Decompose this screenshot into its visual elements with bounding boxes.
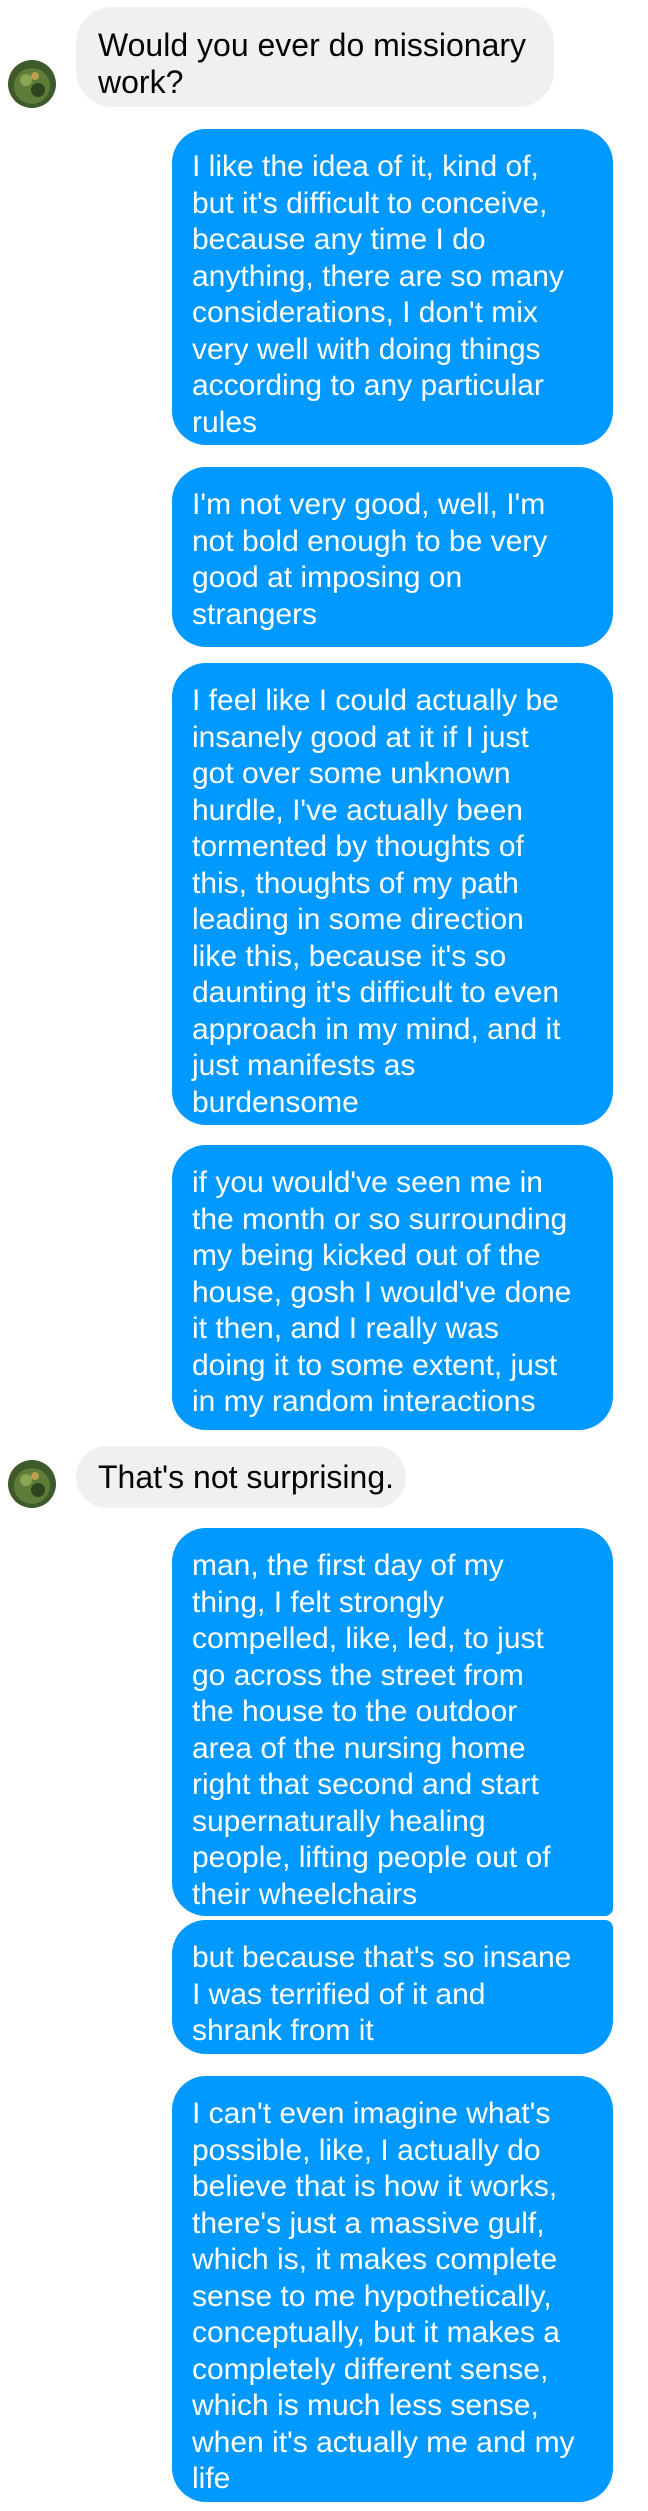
message-text-line: insanely good at it if I just bbox=[192, 720, 529, 754]
message-text-line: which is much less sense, bbox=[192, 2389, 539, 2422]
message-text-line: if you would've seen me in bbox=[192, 1166, 543, 1199]
outgoing-message-bubble[interactable]: I like the idea of it, kind of, but it's… bbox=[172, 129, 613, 445]
message-text-line: when it's actually me and my bbox=[192, 2425, 575, 2459]
message-text-line: completely different sense, bbox=[192, 2352, 549, 2386]
avatar-photo-icon bbox=[8, 1460, 56, 1508]
message-text-line: not bold enough to be very bbox=[192, 524, 548, 558]
message-text-line: rules bbox=[192, 405, 258, 439]
message-text-line: work? bbox=[98, 64, 184, 100]
message-text-line: supernaturally healing bbox=[192, 1804, 486, 1838]
message-text-line: I can't even imagine what's bbox=[192, 2097, 551, 2130]
message-text-line: anything, there are so many bbox=[192, 259, 564, 293]
message-text-line: I'm not very good, well, I'm bbox=[192, 488, 546, 521]
outgoing-message-bubble[interactable]: I feel like I could actually be insanely… bbox=[172, 663, 613, 1125]
message-text-line: daunting it's difficult to even bbox=[192, 976, 560, 1009]
message-text-line: my being kicked out of the bbox=[192, 1239, 541, 1272]
message-text-line: but because that's so insane bbox=[192, 1941, 572, 1974]
outgoing-message-bubble[interactable]: I can't even imagine what's possible, li… bbox=[172, 2076, 613, 2502]
message-text-line: I feel like I could actually be bbox=[192, 684, 559, 717]
incoming-message-bubble[interactable]: Would you ever do missionary work? bbox=[76, 7, 554, 107]
message-text-line: shrank from it bbox=[192, 2014, 374, 2047]
message-text-line: That's not surprising. bbox=[98, 1459, 395, 1495]
outgoing-message-bubble[interactable]: man, the first day of my thing, I felt s… bbox=[172, 1528, 613, 1916]
message-text-line: tormented by thoughts of bbox=[192, 830, 524, 863]
incoming-message-bubble[interactable]: That's not surprising. bbox=[76, 1446, 406, 1508]
message-text-line: the month or so surrounding bbox=[192, 1202, 568, 1236]
message-text-line: got over some unknown bbox=[192, 757, 511, 790]
message-text-line: I was terrified of it and bbox=[192, 1977, 486, 2011]
message-text-line: there's just a massive gulf, bbox=[192, 2206, 545, 2240]
message-text-line: go across the street from bbox=[192, 1658, 524, 1692]
message-text-line: good at imposing on bbox=[192, 561, 463, 594]
message-text-line: I like the idea of it, kind of, bbox=[192, 150, 539, 183]
message-text-line: believe that is how it works, bbox=[192, 2170, 558, 2203]
contact-avatar[interactable] bbox=[8, 1460, 56, 1508]
message-text-line: compelled, like, led, to just bbox=[192, 1622, 544, 1655]
message-text-line: right that second and start bbox=[192, 1768, 539, 1801]
message-text-line: because any time I do bbox=[192, 223, 486, 256]
message-text-line: but it's difficult to conceive, bbox=[192, 186, 548, 220]
message-text-line: according to any particular bbox=[192, 369, 544, 402]
message-text-line: man, the first day of my bbox=[192, 1549, 504, 1582]
message-text-line: leading in some direction bbox=[192, 903, 524, 936]
message-text-line: approach in my mind, and it bbox=[192, 1012, 561, 1046]
avatar-photo-icon bbox=[8, 60, 56, 108]
message-text-line: life bbox=[192, 2462, 231, 2495]
message-text-line: thing, I felt strongly bbox=[192, 1585, 444, 1619]
message-text-line: in my random interactions bbox=[192, 1385, 536, 1418]
message-text-line: this, thoughts of my path bbox=[192, 866, 519, 900]
message-text-line: considerations, I don't mix bbox=[192, 296, 538, 329]
outgoing-message-bubble[interactable]: if you would've seen me in the month or … bbox=[172, 1145, 613, 1430]
message-text-line: just manifests as bbox=[192, 1049, 416, 1082]
outgoing-message-bubble[interactable]: I'm not very good, well, I'm not bold en… bbox=[172, 467, 613, 647]
message-text-line: Would you ever do missionary bbox=[98, 27, 527, 63]
message-text-line: house, gosh I would've done bbox=[192, 1275, 572, 1309]
message-text-line: conceptually, but it makes a bbox=[192, 2316, 560, 2349]
message-text-line: very well with doing things bbox=[192, 332, 541, 366]
message-text-line: sense to me hypothetically, bbox=[192, 2279, 552, 2313]
message-text-line: burdensome bbox=[192, 1085, 359, 1119]
message-text-line: hurdle, I've actually been bbox=[192, 793, 523, 827]
message-text-line: it then, and I really was bbox=[192, 1312, 499, 1345]
message-text-line: area of the nursing home bbox=[192, 1731, 526, 1765]
outgoing-message-bubble[interactable]: but because that's so insane I was terri… bbox=[172, 1920, 613, 2054]
contact-avatar[interactable] bbox=[8, 60, 56, 108]
message-text-line: their wheelchairs bbox=[192, 1877, 418, 1911]
message-text-line: doing it to some extent, just bbox=[192, 1348, 558, 1382]
message-text-line: the house to the outdoor bbox=[192, 1695, 518, 1728]
message-text-line: like this, because it's so bbox=[192, 939, 507, 973]
message-text-line: possible, like, I actually do bbox=[192, 2133, 541, 2167]
message-text-line: strangers bbox=[192, 597, 318, 631]
message-text-line: which is, it makes complete bbox=[192, 2243, 558, 2276]
message-text-line: people, lifting people out of bbox=[192, 1841, 551, 1874]
